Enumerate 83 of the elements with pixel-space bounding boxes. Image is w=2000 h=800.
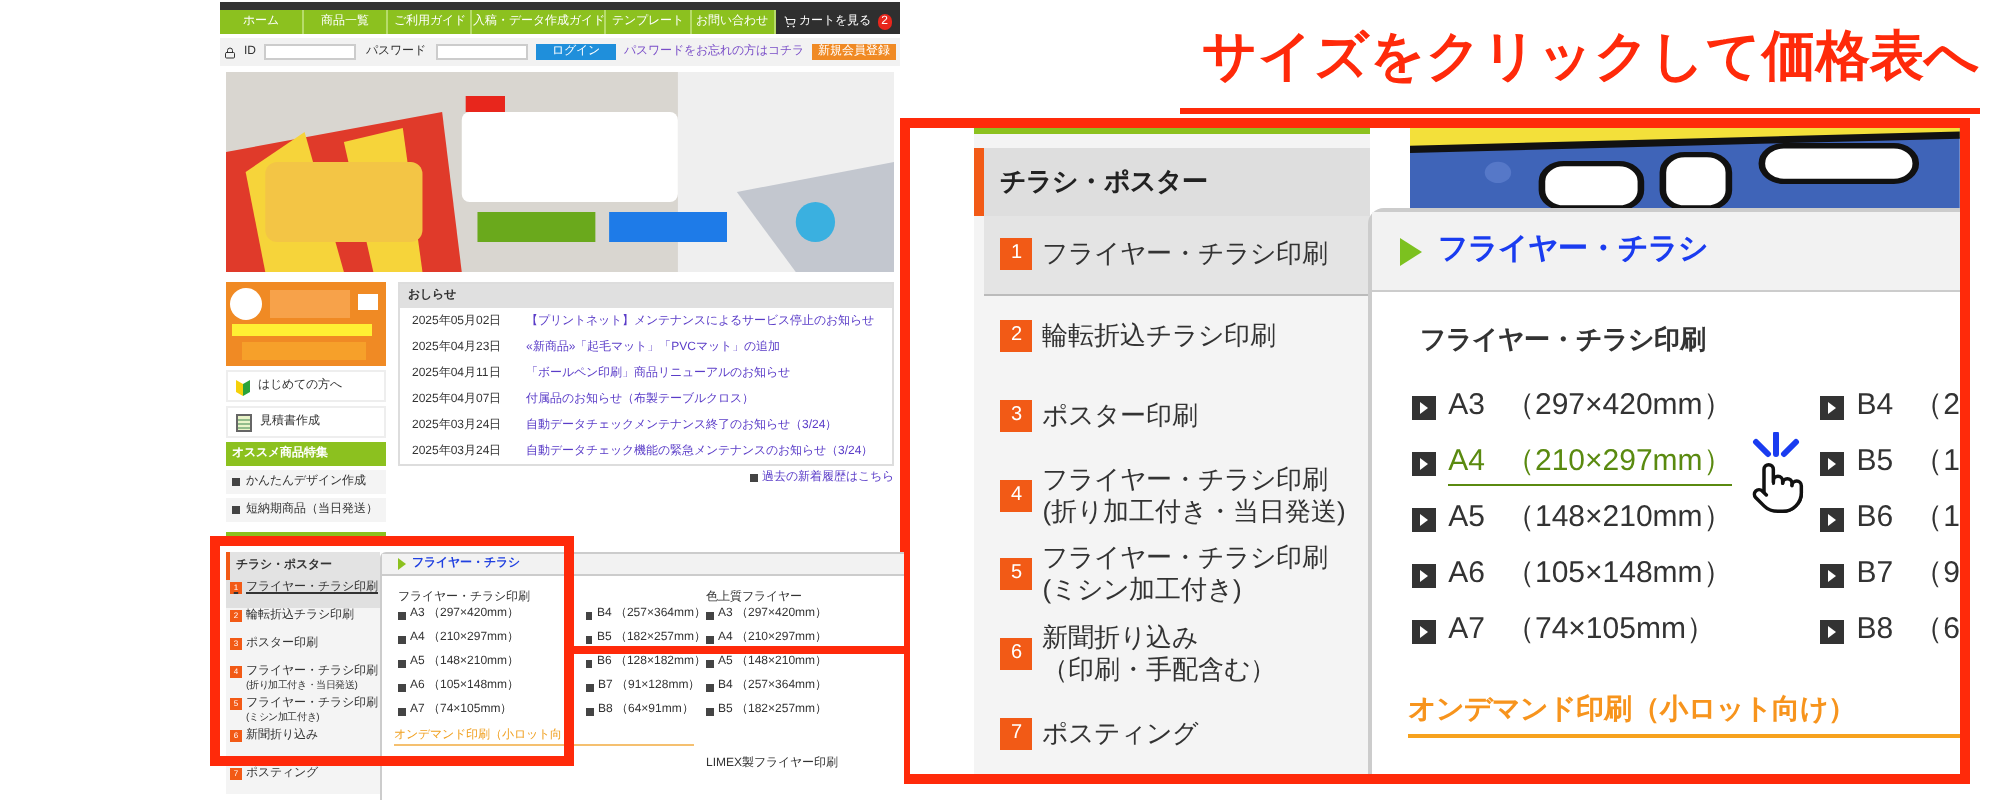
size-link[interactable]: B6 （1: [1820, 491, 1960, 547]
arrow-square-icon: [1412, 507, 1437, 531]
arrow-square-icon: [706, 707, 714, 715]
arrow-square-icon: [1412, 395, 1437, 419]
number-badge: 6: [1000, 638, 1033, 671]
arrow-square-icon: [1820, 395, 1845, 419]
arrow-square-icon: [1412, 451, 1437, 475]
play-icon: [1400, 237, 1423, 265]
menu-item-label: ポスティング: [1042, 718, 1199, 751]
arrow-square-icon: [398, 635, 406, 643]
size-text: B8 （6: [1856, 610, 1960, 651]
menu-item-label: フライヤー・チラシ印刷: [1042, 463, 1331, 496]
size-link[interactable]: A4 （210×297mm）: [1412, 435, 1733, 491]
menu-item-sublabel: （印刷・手配含む）: [1042, 654, 1277, 687]
arrow-square-icon: [398, 683, 406, 691]
size-text: A6 （105×148mm）: [1448, 554, 1733, 595]
arrow-square-icon: [1820, 619, 1845, 643]
arrow-square-icon: [1412, 563, 1437, 587]
arrow-square-icon: [586, 707, 594, 715]
menu-item[interactable]: 3 ポスター印刷: [984, 375, 1371, 456]
size-text: A4 （210×297mm）: [1448, 439, 1733, 487]
arrow-square-icon: [586, 635, 593, 643]
menu-category: チラシ・ポスター: [974, 147, 1371, 216]
size-text: A5 （148×210mm）: [1448, 498, 1733, 539]
arrow-square-icon: [1820, 563, 1845, 587]
size-text: B7 （9: [1856, 554, 1960, 595]
menu-item-label: 輪転折込チラシ印刷: [1042, 319, 1277, 352]
menu-item-label: ポスター印刷: [1042, 399, 1199, 432]
menu-item-label: フライヤー・チラシ印刷: [1042, 238, 1329, 271]
number-badge: 7: [1000, 718, 1033, 751]
bullet-icon: [232, 506, 240, 514]
arrow-square-icon: [1820, 451, 1845, 475]
size-link[interactable]: B8 （6: [1820, 603, 1960, 659]
play-icon: [398, 558, 406, 570]
size-link[interactable]: A5 （148×210mm）: [1412, 491, 1733, 547]
size-text: B6 （1: [1856, 498, 1960, 539]
bullet-icon: [750, 474, 758, 482]
spreadsheet-icon: [236, 413, 252, 431]
menu-item[interactable]: 2 輪転折込チラシ印刷: [984, 295, 1371, 376]
size-link[interactable]: A6 （105×148mm）: [1412, 547, 1733, 603]
arrow-square-icon: [398, 659, 406, 667]
bullet-icon: [232, 478, 240, 486]
size-link[interactable]: A3 （297×420mm）: [1412, 379, 1733, 435]
arrow-square-icon: [706, 611, 714, 619]
arrow-square-icon: [398, 707, 406, 715]
number-badge: 3: [1000, 399, 1033, 432]
menu-item-sublabel: (折り加工付き・当日発送): [1042, 495, 1346, 528]
arrow-square-icon: [586, 683, 594, 691]
arrow-square-icon: [1820, 507, 1845, 531]
lock-icon: [224, 45, 236, 59]
menu-item-sublabel: (ミシン加工付き): [1042, 574, 1244, 607]
arrow-square-icon: [398, 611, 406, 619]
size-text: B5 （1: [1856, 442, 1960, 483]
arrow-square-icon: [706, 683, 714, 691]
arrow-square-icon: [706, 659, 714, 667]
size-text: B4 （2: [1856, 386, 1960, 427]
size-link[interactable]: B5 （1: [1820, 435, 1960, 491]
arrow-square-icon: [706, 635, 714, 643]
id-field[interactable]: [264, 44, 356, 60]
arrow-square-icon: [586, 611, 593, 619]
menu-item-label: フライヤー・チラシ印刷: [1042, 542, 1329, 575]
number-badge: 1: [1000, 238, 1033, 271]
arrow-square-icon: [586, 659, 593, 667]
cart-icon: [783, 16, 796, 28]
size-text: A7 （74×105mm）: [1448, 610, 1716, 651]
number-badge: 5: [1000, 558, 1033, 591]
beginner-mark-icon: [236, 377, 250, 395]
arrow-square-icon: [1412, 619, 1437, 643]
menu-item[interactable]: 1 フライヤー・チラシ印刷: [984, 216, 1371, 296]
size-link[interactable]: A7 （74×105mm）: [1412, 603, 1733, 659]
number-badge: 4: [1000, 479, 1033, 512]
menu-item[interactable]: 7 ポスティング: [984, 694, 1371, 774]
number-badge: 2: [1000, 319, 1033, 352]
size-link[interactable]: B4 （2: [1820, 379, 1960, 435]
size-text: A3 （297×420mm）: [1448, 386, 1733, 427]
panel-title: フライヤー・チラシ: [1438, 230, 1709, 271]
password-field[interactable]: [436, 44, 528, 60]
size-group-heading: フライヤー・チラシ印刷: [1420, 322, 1709, 358]
ondemand-heading: オンデマンド印刷（小ロット向け）: [1408, 687, 1960, 737]
size-link[interactable]: B7 （9: [1820, 547, 1960, 603]
menu-item-label: 新聞折り込み: [1042, 622, 1201, 655]
hand-pointer-icon: [1750, 460, 1806, 516]
annotation-title: サイズをクリックして価格表へ: [1202, 28, 1980, 88]
